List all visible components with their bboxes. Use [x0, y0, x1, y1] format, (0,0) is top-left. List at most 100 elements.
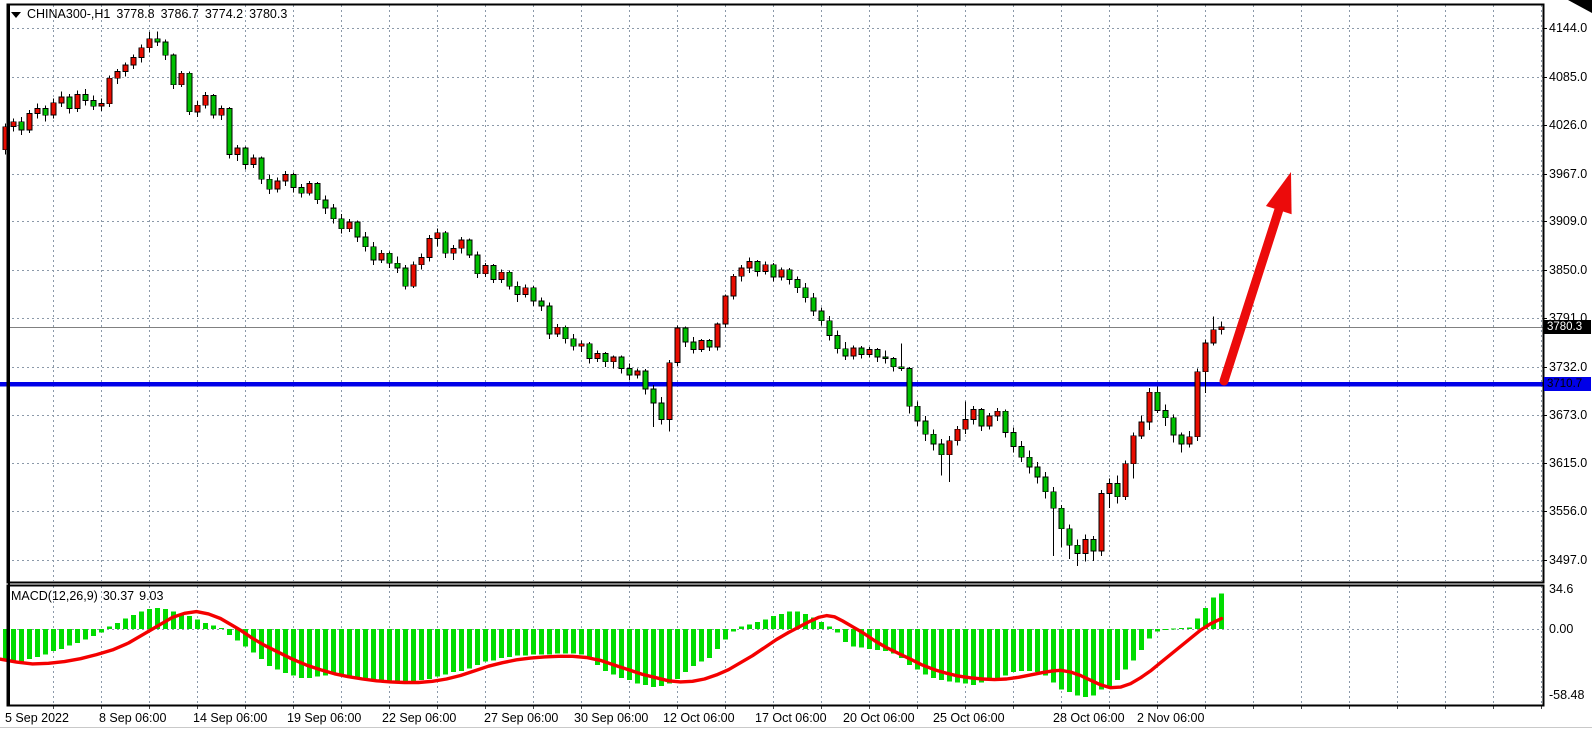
candle-body-down: [1003, 411, 1008, 432]
macd-bar: [603, 629, 608, 671]
macd-pane-border: [8, 586, 1544, 706]
candle-body-down: [683, 328, 688, 342]
candle-body-down: [691, 342, 696, 349]
trend-arrow-shaft[interactable]: [1224, 204, 1281, 381]
macd-bar: [1003, 629, 1008, 676]
macd-bar: [835, 629, 840, 633]
price-axis-label: 3850.0: [1549, 264, 1587, 277]
macd-bar: [1019, 629, 1024, 671]
candle-body-down: [771, 265, 776, 277]
macd-bar: [363, 629, 368, 679]
time-axis-label: 14 Sep 06:00: [193, 712, 267, 725]
macd-bar: [1011, 629, 1016, 672]
price-axis-label: 4026.0: [1549, 119, 1587, 132]
macd-bar: [195, 620, 200, 629]
candle-body-down: [1075, 545, 1080, 553]
candle-body-up: [747, 262, 752, 269]
macd-bar: [483, 629, 488, 662]
macd-bar: [819, 622, 824, 629]
candle-body-up: [723, 296, 728, 324]
macd-bar: [459, 629, 464, 671]
candle-body-down: [627, 368, 632, 375]
candle-body-up: [427, 239, 432, 258]
candle-body-up: [971, 410, 976, 420]
candle-body-down: [91, 100, 96, 106]
macd-bar: [283, 629, 288, 673]
candle-body-down: [267, 179, 272, 189]
candle-body-down: [507, 272, 512, 286]
macd-bar: [1155, 629, 1160, 631]
macd-bar: [451, 629, 456, 672]
candle-body-up: [195, 105, 200, 112]
candle-body-down: [939, 444, 944, 455]
candle-body-up: [1211, 330, 1216, 343]
ohlc-high: 3786.7: [161, 7, 199, 21]
macd-axis-label: -58.48: [1549, 689, 1584, 702]
time-axis-label: 19 Sep 06:00: [287, 712, 361, 725]
candle-body-down: [923, 421, 928, 434]
price-chart-canvas[interactable]: [0, 0, 1592, 730]
macd-bar: [291, 629, 296, 676]
candle-body-down: [43, 109, 48, 116]
candle-body-up: [1083, 539, 1088, 553]
candle-body-up: [1131, 436, 1136, 464]
trend-arrow-head[interactable]: [1266, 172, 1292, 214]
support-level-line[interactable]: [0, 382, 1543, 387]
candle-body-down: [659, 403, 664, 419]
candle-body-up: [987, 416, 992, 426]
candle-body-up: [483, 266, 488, 274]
candle-body-up: [595, 354, 600, 359]
macd-bar: [1131, 629, 1136, 660]
macd-bar: [19, 629, 24, 662]
macd-bar: [571, 629, 576, 653]
price-axis-label: 3732.0: [1549, 361, 1587, 374]
macd-bar: [91, 629, 96, 636]
candle-body-up: [179, 73, 184, 85]
macd-bar: [219, 628, 224, 629]
candle-body-down: [547, 306, 552, 334]
candle-body-up: [635, 371, 640, 375]
candle-body-down: [1051, 492, 1056, 508]
macd-bar: [1043, 629, 1048, 676]
candle-body-down: [891, 359, 896, 367]
time-axis-label: 2 Nov 06:00: [1137, 712, 1204, 725]
window-corner-mark: [1568, 0, 1592, 13]
macd-bar: [1163, 629, 1168, 630]
candle-body-up: [379, 253, 384, 260]
macd-histogram: [3, 594, 1224, 697]
macd-bar: [443, 629, 448, 674]
candle-body-up: [107, 78, 112, 104]
macd-bar: [515, 629, 520, 656]
macd-bar: [171, 612, 176, 629]
candle-body-down: [979, 410, 984, 426]
macd-indicator-readout: MACD(12,26,9)30.379.03: [11, 589, 168, 603]
candle-body-down: [1163, 410, 1168, 417]
candle-body-up: [27, 114, 32, 130]
price-axis-label: 3556.0: [1549, 505, 1587, 518]
ohlc-open: 3778.8: [116, 7, 154, 21]
macd-bar: [763, 620, 768, 629]
candle-body-up: [763, 265, 768, 272]
macd-bar: [691, 629, 696, 666]
macd-bar: [323, 629, 328, 676]
candle-body-up: [1147, 392, 1152, 422]
macd-bar: [339, 629, 344, 676]
macd-bar: [1027, 629, 1032, 671]
main-pane-border: [8, 5, 1544, 583]
candle-body-up: [1123, 464, 1128, 497]
candle-body-up: [459, 240, 464, 248]
candle-body-down: [859, 348, 864, 355]
macd-bar: [787, 612, 792, 629]
candle-body-down: [795, 280, 800, 288]
candle-body-down: [227, 109, 232, 155]
candle-body-down: [1011, 433, 1016, 447]
candle-body-down: [83, 95, 88, 101]
price-axis-label: 3615.0: [1549, 457, 1587, 470]
candle-body-down: [315, 183, 320, 199]
candle-body-down: [843, 349, 848, 356]
triangle-down-icon[interactable]: [11, 12, 21, 18]
macd-bar: [299, 629, 304, 678]
macd-bar: [123, 619, 128, 630]
candle-body-up: [739, 268, 744, 276]
candle-body-up: [1187, 437, 1192, 444]
